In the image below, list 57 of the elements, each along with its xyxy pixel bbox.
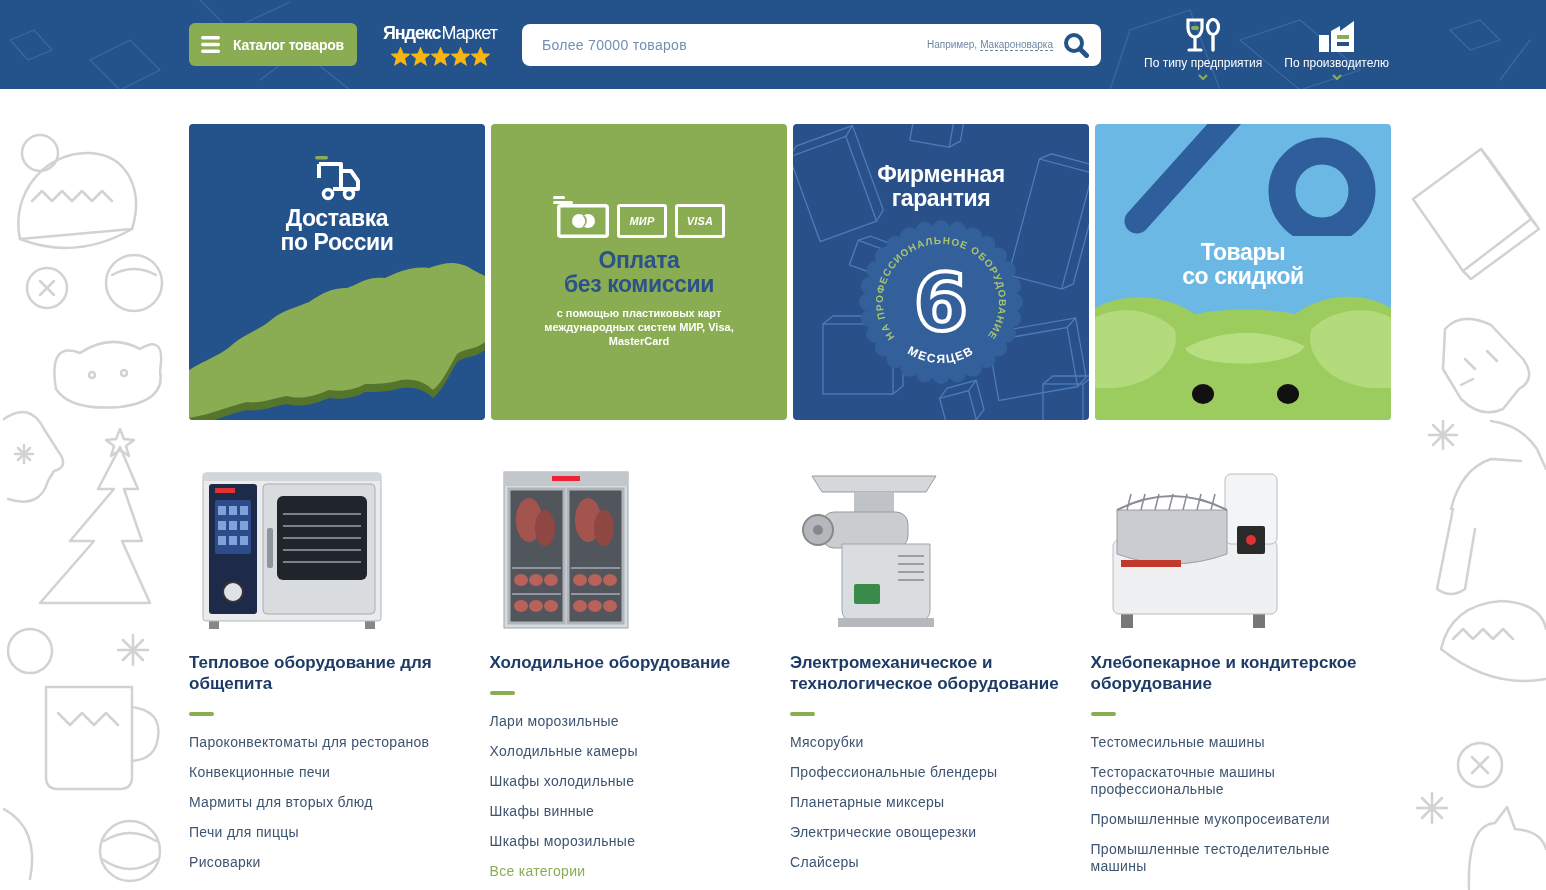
category-link[interactable]: Шкафы холодильные — [489, 773, 635, 790]
title-underline — [790, 712, 815, 716]
category-link[interactable]: Тестораскаточные машины профессиональные — [1090, 764, 1341, 798]
category-link[interactable]: Мармиты для вторых блюд — [189, 794, 373, 811]
category-link[interactable]: Промышленные мукопросеиватели — [1090, 811, 1330, 828]
banner-title: Доставка по России — [280, 206, 394, 254]
category-title[interactable]: Тепловое оборудование для общепита — [189, 652, 474, 694]
title-underline — [1090, 712, 1116, 716]
star-icon — [470, 46, 490, 66]
category-link[interactable]: Конвекционные печи — [189, 764, 331, 781]
category-link[interactable]: Мясорубки — [790, 734, 864, 751]
delivery-banner[interactable]: Доставка по России — [189, 124, 485, 420]
search-icon — [1063, 31, 1089, 58]
category-link[interactable]: Холодильные камеры — [489, 743, 638, 760]
example-link[interactable]: Макароноварка — [980, 39, 1053, 51]
chevron-down-icon — [1198, 74, 1209, 81]
banner-title: Товары со скидкой — [1182, 240, 1304, 288]
category-link[interactable]: Промышленные тестоделительные машины — [1090, 841, 1341, 875]
search-hint: Например, Макароноварка — [927, 39, 1053, 50]
factory-icon — [1317, 20, 1356, 52]
category-title[interactable]: Хлебопекарное и кондитерское оборудование — [1090, 652, 1376, 694]
chevron-down-icon — [1331, 74, 1342, 81]
category-link[interactable]: Планетарные миксеры — [790, 794, 945, 811]
banner-text: с помощью пластиковых карт международных систем МИР, Visa, MasterCard — [544, 306, 734, 348]
payment-card-logo: МИР — [617, 204, 667, 238]
category-title[interactable]: Электромеханическое и технологическое оборудование — [790, 652, 1075, 694]
star-icon — [430, 46, 450, 66]
nav-button[interactable]: По производителю — [1284, 0, 1389, 89]
truck-icon — [313, 156, 361, 202]
category-link[interactable]: Печи для пиццы — [189, 824, 299, 841]
category-link[interactable]: Слайсеры — [790, 854, 859, 871]
category-link[interactable]: Тестомесильные машины — [1090, 734, 1265, 751]
category-link[interactable]: Пароконвектоматы для ресторанов — [189, 734, 430, 751]
category-title[interactable]: Холодильное оборудование — [489, 652, 775, 673]
payment-card-logo: VISA — [675, 204, 725, 238]
seal-unit: МЕСЯЦЕВ — [905, 343, 977, 367]
search-button[interactable] — [1063, 31, 1089, 58]
category-link[interactable]: Электрические овощерезки — [790, 824, 977, 841]
category-link[interactable]: Профессиональные блендеры — [790, 764, 998, 781]
title-underline — [489, 691, 515, 695]
banner-title: Оплата без комиссии — [564, 248, 714, 296]
star-icon — [410, 46, 430, 66]
nav-button[interactable]: По типу предприятия — [1144, 0, 1263, 89]
bank-card-icon — [553, 196, 609, 238]
category-link[interactable]: Рисоварки — [189, 854, 261, 871]
star-icon — [390, 46, 410, 66]
menu-icon — [201, 36, 220, 53]
banner-title: Фирменная гарантия — [877, 162, 1005, 210]
market-logo[interactable]: ЯндексМаркет — [383, 21, 497, 44]
search-input[interactable]: Более 70000 товаров — [540, 32, 927, 57]
star-icon — [450, 46, 470, 66]
search-bar[interactable]: Более 70000 товаров Например, Макароноварка — [522, 23, 1101, 66]
glass-and-spoon-icon — [1185, 18, 1222, 52]
title-underline — [189, 712, 214, 716]
category-link[interactable]: Шкафы винные — [489, 803, 595, 820]
category-link[interactable]: Лари морозильные — [489, 713, 619, 730]
category-link[interactable]: Шкафы морозильные — [489, 833, 636, 850]
